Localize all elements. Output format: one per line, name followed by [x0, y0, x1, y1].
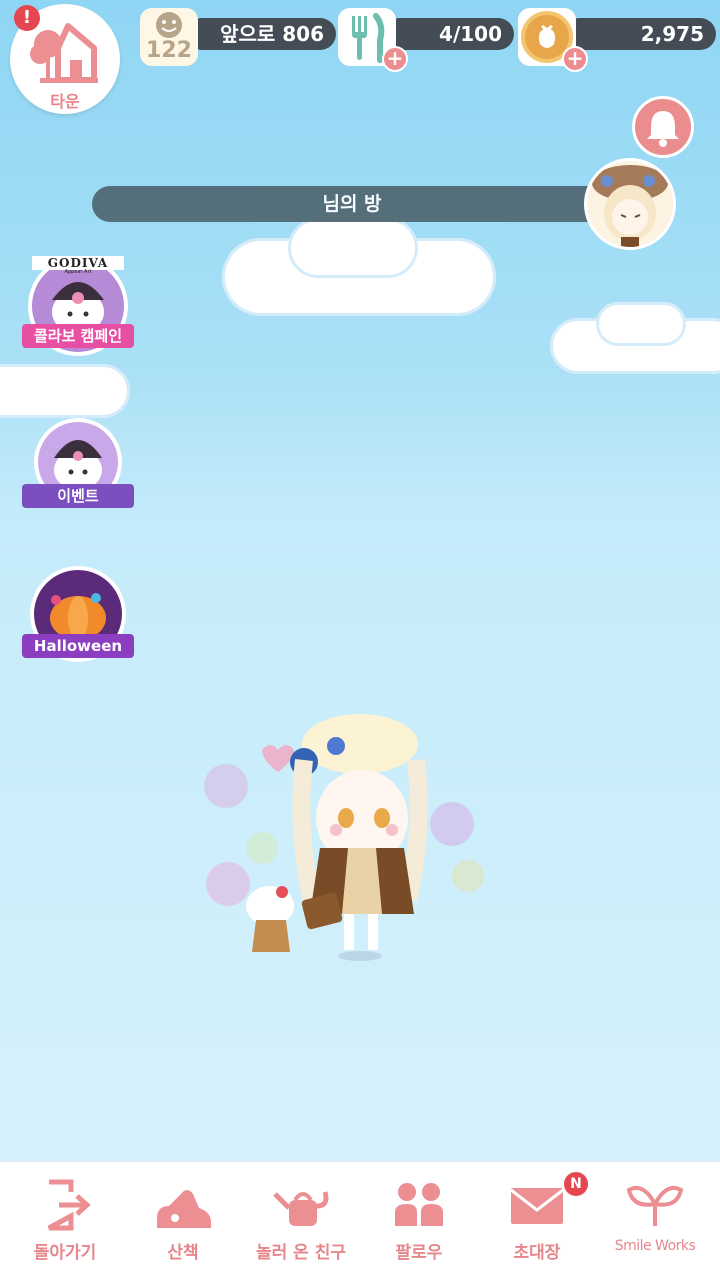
tab-label: Smile Works [614, 1238, 696, 1254]
tab-smile-works[interactable]: Smile Works [600, 1162, 710, 1274]
banner-label: Halloween [22, 634, 134, 658]
bell-icon [647, 111, 679, 147]
sprout-icon [626, 1185, 684, 1226]
collab-campaign-banner[interactable]: GODIVA Appear Art 콜라보 캠페인 [22, 254, 134, 358]
character-scene[interactable] [200, 700, 500, 970]
notification-button[interactable] [632, 96, 694, 158]
event-banner[interactable]: 이벤트 [22, 414, 134, 518]
people-icon [395, 1183, 443, 1226]
cloud-decoration [288, 218, 418, 278]
room-title-bar: 님의 방 [92, 186, 612, 222]
shoe-icon [157, 1190, 211, 1228]
food-value: 4/100 [384, 18, 514, 50]
smiley-icon: 122 [140, 8, 198, 66]
tab-label: 초대장 [513, 1243, 561, 1263]
owner-avatar[interactable] [584, 158, 676, 250]
halloween-banner[interactable]: Halloween [22, 564, 134, 668]
banner-label: 콜라보 캠페인 [22, 324, 134, 348]
add-food-button[interactable]: + [382, 46, 408, 72]
watering-can-icon [273, 1191, 329, 1226]
tab-visiting-friends[interactable]: 놀러 온 친구 [246, 1162, 356, 1274]
character-avatar [204, 714, 484, 961]
banner-label: 이벤트 [22, 484, 134, 508]
tab-label: 돌아가기 [33, 1243, 97, 1263]
coin-stat[interactable]: 2,975 + [518, 8, 716, 72]
level-progress-text: 앞으로 806 [186, 18, 336, 50]
bottom-tab-bar: 돌아가기 산책 놀러 온 친구 팔로우 초대장 Smile Works [0, 1161, 720, 1274]
level-stat[interactable]: 앞으로 806 122 [140, 8, 336, 66]
new-badge: N [562, 1170, 590, 1198]
alert-badge: ! [14, 5, 40, 31]
cloud-decoration [596, 302, 686, 346]
tab-follow[interactable]: 팔로우 [364, 1162, 474, 1274]
cloud-decoration [0, 364, 130, 418]
godiva-logo: GODIVA [32, 256, 124, 270]
tab-walk[interactable]: 산책 [128, 1162, 238, 1274]
level-number: 122 [146, 38, 192, 63]
godiva-sub: Appear Art [64, 269, 92, 275]
town-label: 타운 [50, 92, 80, 111]
exit-door-icon [47, 1179, 91, 1231]
tab-label: 팔로우 [395, 1243, 443, 1263]
tab-label: 놀러 온 친구 [255, 1243, 347, 1263]
coin-value: 2,975 [564, 18, 716, 50]
envelope-icon [510, 1188, 564, 1224]
tab-label: 산책 [167, 1243, 199, 1263]
tab-back[interactable]: 돌아가기 [10, 1162, 120, 1274]
food-stat[interactable]: 4/100 + [338, 8, 514, 72]
add-coin-button[interactable]: + [562, 46, 588, 72]
